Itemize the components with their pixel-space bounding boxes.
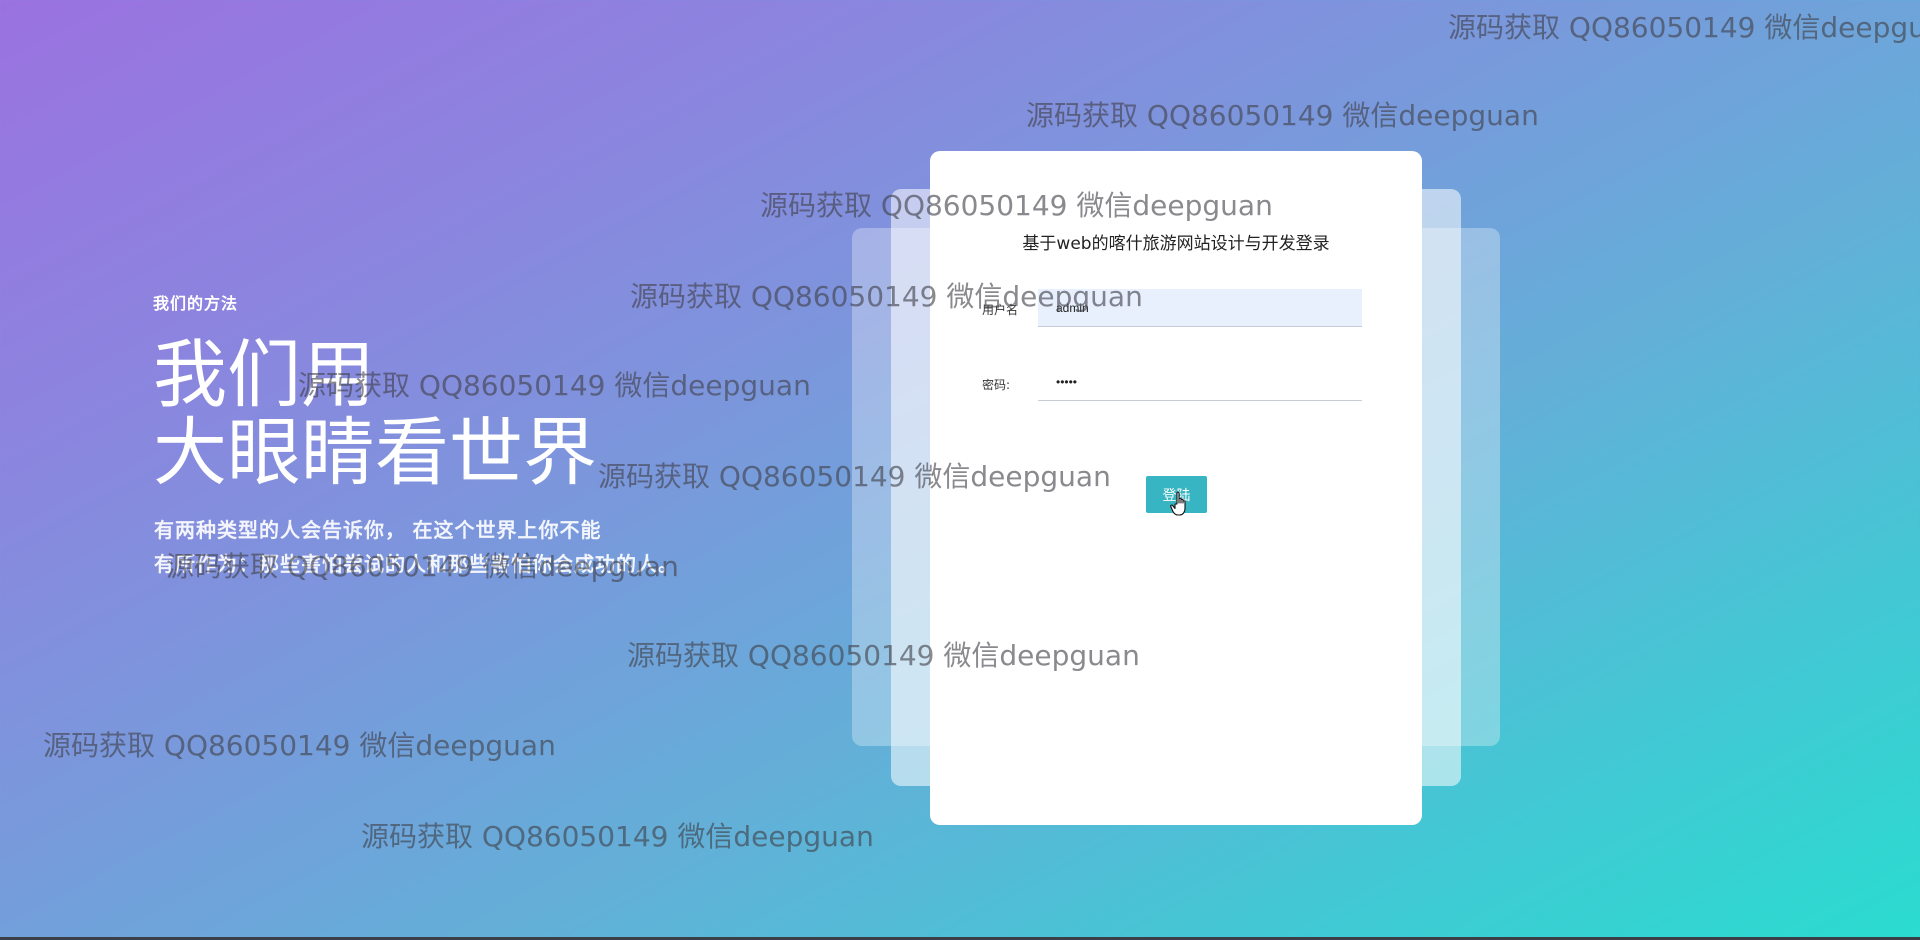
password-label: 密码: <box>982 378 1011 392</box>
username-label: 用户名 <box>982 303 1019 317</box>
password-input[interactable] <box>1038 363 1362 401</box>
hero-headline-line1: 我们用 <box>153 332 375 418</box>
hero-description-line1: 有两种类型的人会告诉你， 在这个世界上你不能 <box>154 520 602 542</box>
login-card: 基于web的喀什旅游网站设计与开发登录 用户名 密码: 登陆 <box>930 151 1422 825</box>
hero-description-line2: 有所作为：那些害怕尝试的人和那些害怕你会成功的人。 <box>154 554 679 576</box>
watermark: 源码获取 QQ86050149 微信deepguan <box>361 820 874 853</box>
hand-pointer-icon <box>1170 491 1186 516</box>
watermark: 源码获取 QQ86050149 微信deepguan <box>1448 11 1920 44</box>
hero-headline-line2: 大眼睛看世界 <box>153 410 597 496</box>
login-title: 基于web的喀什旅游网站设计与开发登录 <box>1022 234 1330 254</box>
watermark: 源码获取 QQ86050149 微信deepguan <box>43 729 556 762</box>
hero-eyebrow: 我们的方法 <box>153 296 239 313</box>
watermark: 源码获取 QQ86050149 微信deepguan <box>1026 99 1539 132</box>
username-input[interactable] <box>1038 289 1362 327</box>
